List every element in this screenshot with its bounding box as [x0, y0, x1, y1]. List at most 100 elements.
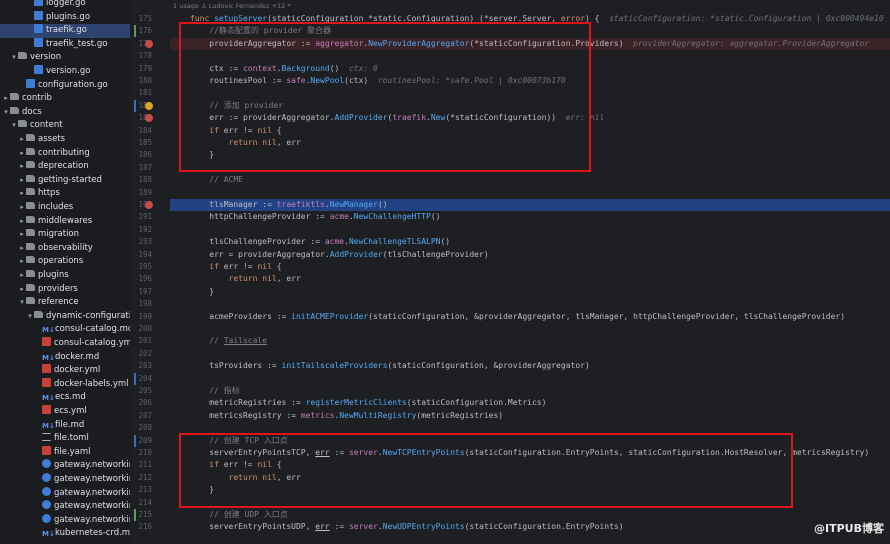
chevron-right-icon[interactable]: ▸	[18, 283, 26, 297]
folder-file-icon	[18, 120, 27, 128]
code-text: metricsRegistry := metrics.NewMultiRegis…	[190, 410, 504, 420]
code-line[interactable]	[170, 373, 890, 385]
breakpoint-icon[interactable]	[145, 201, 153, 209]
vcs-modified-marker	[134, 434, 136, 447]
tree-item[interactable]: version.go	[0, 65, 130, 79]
chevron-down-icon[interactable]: ▾	[18, 296, 26, 310]
yml-file-icon	[42, 364, 51, 374]
tree-item[interactable]: gateway.networkin	[0, 486, 130, 501]
project-tree[interactable]: logger.go plugins.go traefik.go traefik_tes…	[0, 0, 131, 544]
code-line[interactable]: acmeProviders := initACMEProvider(static…	[170, 311, 890, 323]
chevron-right-icon[interactable]: ▸	[18, 201, 26, 215]
chevron-right-icon[interactable]: ▸	[18, 228, 26, 242]
code-line[interactable]: // 指标	[170, 385, 890, 397]
tree-item[interactable]: ▸ https	[0, 187, 130, 201]
code-line[interactable]	[170, 187, 890, 199]
chevron-right-icon[interactable]: ▸	[18, 187, 26, 201]
tree-item[interactable]: ▾ dynamic-configuration	[0, 310, 130, 324]
tree-item[interactable]: ▸ migration	[0, 228, 130, 242]
chevron-right-icon[interactable]: ▸	[18, 215, 26, 229]
tree-item[interactable]: ecs.yml	[0, 405, 130, 419]
code-line[interactable]: httpChallengeProvider := acme.NewChallen…	[170, 211, 890, 223]
code-line[interactable]: // 创建 UDP 入口点	[170, 509, 890, 521]
tree-item[interactable]: ▸ contrib	[0, 92, 130, 106]
chevron-right-icon[interactable]: ▸	[2, 92, 10, 106]
code-line[interactable]: // ACME	[170, 174, 890, 186]
tree-item[interactable]: docker.yml	[0, 364, 130, 378]
code-line[interactable]: tlsChallengeProvider := acme.NewChalleng…	[170, 236, 890, 248]
tree-item[interactable]: ▸ middlewares	[0, 215, 130, 229]
tree-item[interactable]: ▸ includes	[0, 201, 130, 215]
folder-file-icon	[26, 297, 35, 305]
tree-item[interactable]: traefik.go	[0, 24, 130, 38]
lightbulb-icon[interactable]	[145, 101, 153, 110]
chevron-right-icon[interactable]: ▸	[18, 174, 26, 188]
chevron-down-icon[interactable]: ▾	[2, 106, 10, 120]
chevron-down-icon[interactable]: ▾	[10, 51, 18, 65]
tree-item-label: file.yaml	[54, 446, 91, 457]
code-line[interactable]: err = providerAggregator.AddProvider(tls…	[170, 249, 890, 261]
tree-item[interactable]: plugins.go	[0, 10, 130, 25]
tree-item[interactable]: gateway.networkin	[0, 459, 130, 473]
tree-item[interactable]: logger.go	[0, 0, 130, 11]
line-number: 195	[138, 262, 152, 271]
tree-item[interactable]: file.toml	[0, 432, 130, 446]
tree-item[interactable]: M↓ecs.md	[0, 391, 130, 405]
chevron-right-icon[interactable]: ▸	[18, 147, 26, 161]
tree-item[interactable]: traefik_test.go	[0, 37, 130, 52]
chevron-down-icon[interactable]: ▾	[26, 310, 34, 324]
code-line[interactable]: metricsRegistry := metrics.NewMultiRegis…	[170, 410, 890, 422]
tree-item[interactable]: gateway.networkin	[0, 500, 130, 514]
breakpoint-icon[interactable]	[145, 39, 153, 48]
tree-item[interactable]: M↓consul-catalog.md	[0, 323, 130, 337]
chevron-right-icon[interactable]: ▸	[18, 255, 26, 269]
code-line[interactable]: // Tailscale	[170, 335, 890, 347]
tree-item[interactable]: configuration.go	[0, 78, 130, 93]
chevron-right-icon[interactable]: ▸	[18, 269, 26, 283]
code-line[interactable]: tsProviders := initTailscaleProviders(st…	[170, 360, 890, 372]
tree-item[interactable]: ▸ observability	[0, 242, 130, 256]
tree-item[interactable]: M↓kubernetes-crd.md	[0, 527, 130, 541]
chevron-right-icon[interactable]: ▸	[18, 133, 26, 147]
chevron-down-icon[interactable]: ▾	[10, 119, 18, 133]
tree-item-label: deprecation	[38, 161, 89, 172]
tree-item[interactable]: file.yaml	[0, 445, 130, 460]
usages-hint[interactable]: 1 usage ♙ Ludovic Fernandez +12 *	[173, 2, 291, 10]
code-line[interactable]	[170, 298, 890, 310]
tree-item[interactable]: docker-labels.yml	[0, 377, 130, 392]
line-number: 179	[138, 63, 152, 73]
tree-item[interactable]: ▸ deprecation	[0, 160, 130, 174]
tree-item[interactable]: gateway.networkin	[0, 513, 130, 528]
tree-item-label: plugins	[38, 270, 69, 280]
folder-file-icon	[18, 52, 27, 60]
tree-item[interactable]: gateway.networkin	[0, 473, 130, 487]
chevron-right-icon[interactable]: ▸	[18, 242, 26, 256]
code-line[interactable]: }	[170, 286, 890, 298]
tree-item[interactable]: M↓docker.md	[0, 351, 130, 365]
code-line[interactable]: tlsManager := traefiktls.NewManager()	[170, 199, 890, 212]
code-line[interactable]	[170, 348, 890, 360]
code-line[interactable]: serverEntryPointsUDP, err := server.NewU…	[170, 521, 890, 533]
tree-item[interactable]: ▸ plugins	[0, 269, 130, 283]
folder-file-icon	[26, 188, 35, 196]
code-line[interactable]	[170, 323, 890, 335]
tree-item[interactable]: ▾ version	[0, 51, 130, 65]
go-file-icon	[34, 37, 43, 47]
tree-item[interactable]: ▸ getting-started	[0, 174, 130, 188]
code-line[interactable]: return nil, err	[170, 273, 890, 285]
tree-item[interactable]: ▾ docs	[0, 106, 130, 120]
code-line[interactable]	[170, 224, 890, 236]
code-line[interactable]: metricRegistries := registerMetricClient…	[170, 397, 890, 409]
tree-item[interactable]: ▸ providers	[0, 283, 130, 297]
tree-item-label: content	[30, 120, 63, 131]
code-line[interactable]: if err != nil {	[170, 261, 890, 273]
tree-item[interactable]: ▸ operations	[0, 255, 130, 269]
tree-item[interactable]: ▾ reference	[0, 296, 130, 310]
tree-item[interactable]: consul-catalog.yml	[0, 337, 130, 351]
tree-item[interactable]: ▸ assets	[0, 133, 130, 147]
tree-item[interactable]: M↓file.md	[0, 419, 130, 433]
code-text: httpChallengeProvider := acme.NewChallen…	[190, 212, 441, 222]
tree-item[interactable]: ▾ content	[0, 119, 130, 133]
chevron-right-icon[interactable]: ▸	[18, 160, 26, 174]
tree-item[interactable]: ▸ contributing	[0, 147, 130, 161]
